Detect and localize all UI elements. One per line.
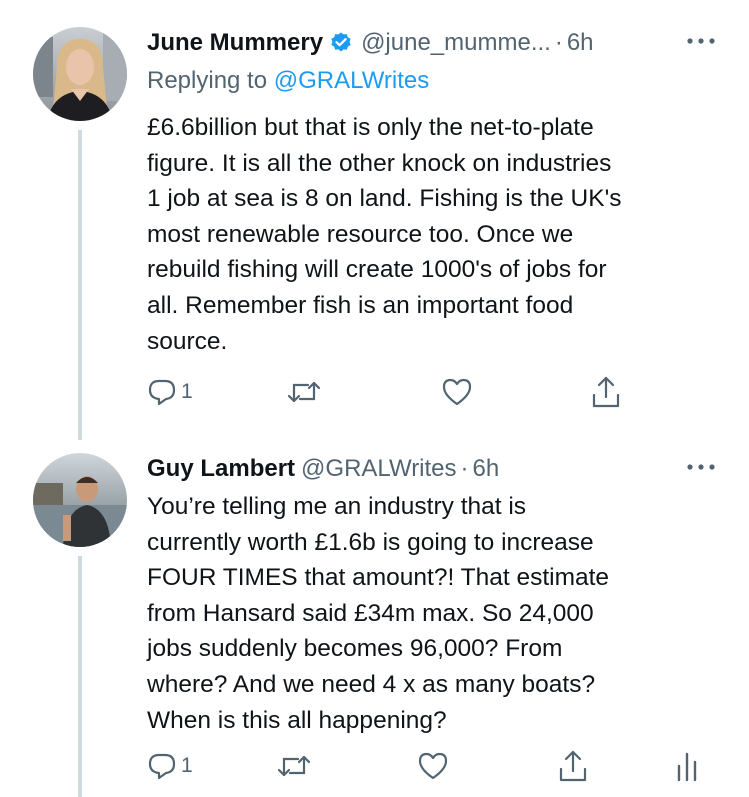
author-name[interactable]: June Mummery <box>147 26 323 60</box>
replying-to-label: Replying to <box>147 67 268 94</box>
tweet-text: You’re telling me an industry that is cu… <box>147 489 717 738</box>
tweet-header: June Mummery @june_mumme... · 6h <box>147 26 709 60</box>
tweet-text-line: currently worth £1.6b is going to increa… <box>147 528 594 556</box>
share-icon <box>592 376 620 408</box>
avatar[interactable] <box>33 453 127 547</box>
tweet-text-line: source. <box>147 327 228 355</box>
like-icon <box>442 378 472 406</box>
retweet-icon <box>287 381 321 403</box>
tweet-text-line: jobs suddenly becomes 96,000? From <box>147 635 563 663</box>
analytics-icon <box>677 752 697 782</box>
author-handle[interactable]: @june_mumme... <box>361 26 551 60</box>
action-bar: 1 <box>147 746 707 786</box>
reply-button[interactable]: 1 <box>147 372 193 412</box>
like-icon <box>418 752 448 780</box>
like-button[interactable] <box>417 746 449 786</box>
thread-line <box>78 130 82 440</box>
retweet-button[interactable] <box>277 746 311 786</box>
separator-dot: · <box>460 455 469 482</box>
author-name[interactable]: Guy Lambert <box>147 452 295 486</box>
thread-line <box>78 556 82 797</box>
author-handle[interactable]: @GRALWrites <box>301 452 457 486</box>
tweet[interactable]: Guy Lambert @GRALWrites · 6h You’re tell… <box>0 440 749 797</box>
avatar[interactable] <box>33 27 127 121</box>
separator-dot: · <box>554 29 563 56</box>
tweet-text-line: from Hansard said £34m max. So 24,000 <box>147 599 594 627</box>
tweet-text-line: rebuild fishing will create 1000's of jo… <box>147 256 607 284</box>
tweet-header: Guy Lambert @GRALWrites · 6h <box>147 452 709 486</box>
tweet-text-line: all. Remember fish is an important food <box>147 291 574 319</box>
more-options-icon[interactable] <box>686 34 716 48</box>
tweet-text-line: most renewable resource too. Once we <box>147 220 574 248</box>
reply-button[interactable]: 1 <box>147 746 193 786</box>
share-icon <box>559 750 587 782</box>
verified-badge-icon <box>329 31 353 55</box>
tweet-text-line: FOUR TIMES that amount?! That estimate <box>147 564 610 592</box>
like-button[interactable] <box>441 372 473 412</box>
tweet[interactable]: June Mummery @june_mumme... · 6h Replyin… <box>0 0 749 440</box>
share-button[interactable] <box>590 372 622 412</box>
tweet-text: £6.6billion but that is only the net-to-… <box>147 110 717 359</box>
tweet-text-line: 1 job at sea is 8 on land. Fishing is th… <box>147 185 622 213</box>
share-button[interactable] <box>557 746 589 786</box>
timestamp[interactable]: 6h <box>567 26 594 60</box>
replying-to: Replying to @GRALWrites <box>147 64 429 98</box>
reply-icon <box>148 753 176 780</box>
tweet-text-line: £6.6billion but that is only the net-to-… <box>147 114 594 141</box>
retweet-icon <box>277 755 311 777</box>
avatar-photo <box>33 453 127 547</box>
mention-link[interactable]: @GRALWrites <box>274 67 430 94</box>
analytics-button[interactable] <box>675 746 699 786</box>
avatar-photo <box>33 27 127 121</box>
tweet-text-line: where? And we need 4 x as many boats? <box>147 670 596 698</box>
tweet-text-line: When is this all happening? <box>147 706 447 734</box>
timestamp[interactable]: 6h <box>473 452 500 486</box>
reply-icon <box>148 379 176 406</box>
more-options-icon[interactable] <box>686 460 716 474</box>
tweet-text-line: figure. It is all the other knock on ind… <box>147 149 612 177</box>
tweet-text-line: You’re telling me an industry that is <box>147 493 527 520</box>
reply-count: 1 <box>181 380 193 403</box>
action-bar: 1 <box>147 372 707 412</box>
retweet-button[interactable] <box>287 372 321 412</box>
reply-count: 1 <box>181 754 193 777</box>
